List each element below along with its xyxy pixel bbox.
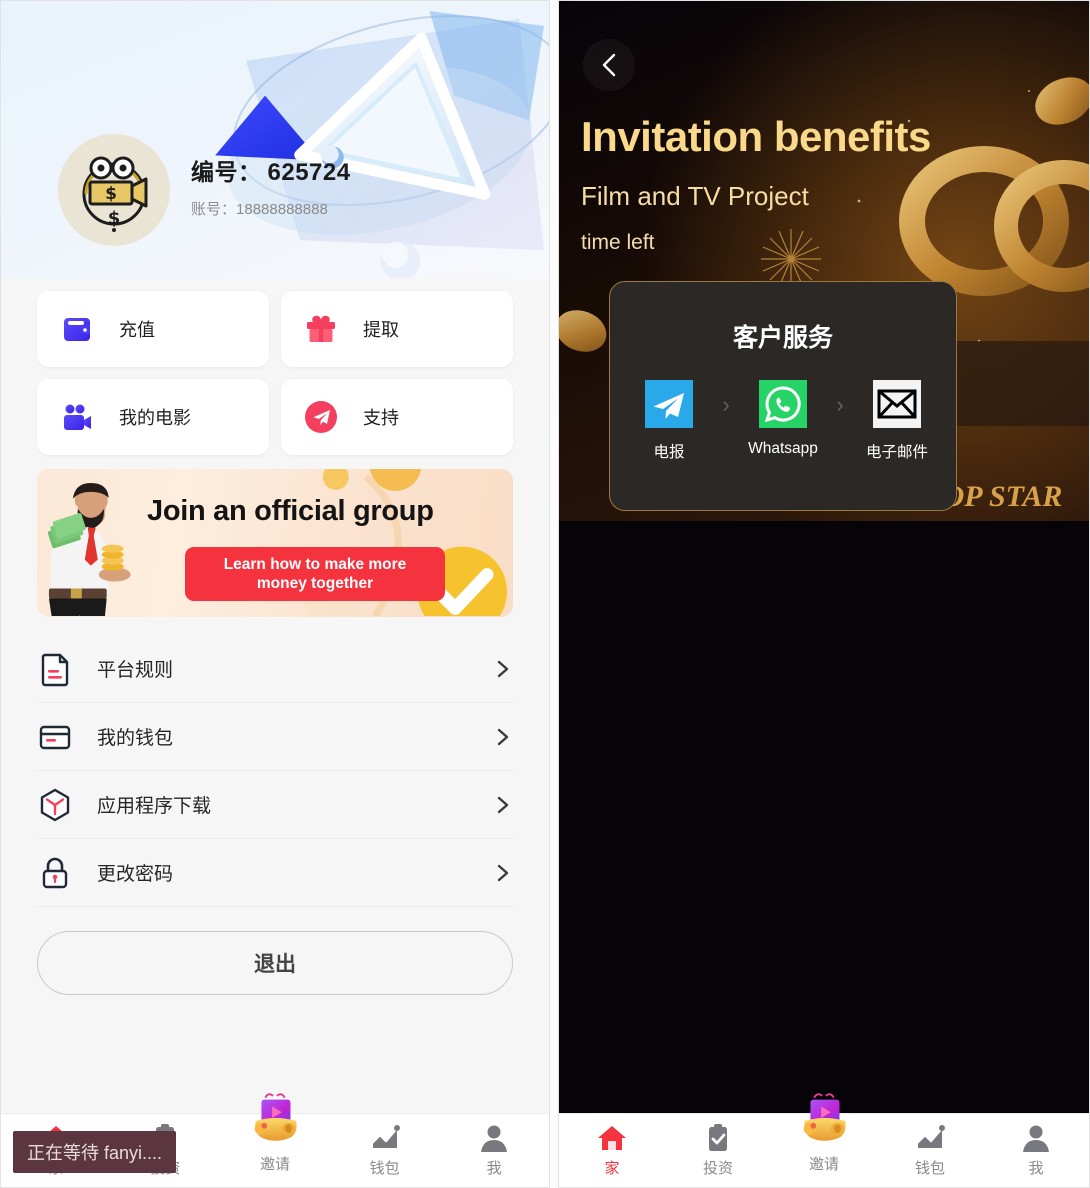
tab-home[interactable]: 家 (559, 1114, 665, 1178)
invitation-subtitle: Film and TV Project (581, 181, 809, 211)
tab-label: 钱包 (914, 1160, 945, 1177)
official-group-banner[interactable]: Join an official group Learn how to make… (37, 469, 513, 617)
menu-item-app-download[interactable]: 应用程序下载 (37, 771, 513, 839)
quick-action-support[interactable]: 支持 (281, 379, 513, 455)
profile-hero: $ $ 编号： 625724 账号：18888888888 (1, 1, 549, 279)
tab-profile[interactable]: 我 (983, 1114, 1089, 1178)
account-value: 18888888888 (236, 201, 328, 218)
clipboard-check-icon (709, 1124, 727, 1151)
back-button[interactable] (583, 39, 635, 91)
menu-item-label: 平台规则 (97, 660, 174, 681)
wallet-icon (64, 318, 90, 341)
gift-box-3d-icon (803, 1093, 846, 1141)
chevron-right-icon (497, 796, 509, 813)
left-phone-panel: $ $ 编号： 625724 账号：18888888888 充值 提取 我的电影… (0, 0, 550, 1188)
tab-label: 钱包 (369, 1160, 400, 1177)
chevron-left-icon (602, 53, 616, 77)
chevron-right-icon (497, 728, 509, 745)
tab-label: 投资 (702, 1160, 733, 1177)
tab-label: 邀请 (808, 1156, 839, 1173)
translation-status-tooltip: 正在等待 fanyi.... (13, 1131, 177, 1173)
quick-action-withdraw[interactable]: 提取 (281, 291, 513, 367)
account-label: 账号： (191, 201, 237, 218)
svg-text:$: $ (108, 208, 121, 229)
tab-invite[interactable]: 邀请 (771, 1093, 877, 1174)
telegram-icon (305, 401, 337, 433)
video-camera-icon (64, 404, 91, 430)
banner-cta-button[interactable]: Learn how to make more money together (185, 547, 445, 601)
quick-action-label: 充值 (119, 320, 155, 340)
menu-item-change-password[interactable]: 更改密码 (37, 839, 513, 907)
menu-item-label: 更改密码 (97, 864, 174, 885)
gift-box-3d-icon (254, 1093, 297, 1141)
cube-icon (40, 788, 70, 821)
cs-option-whatsapp[interactable]: Whatsapp (737, 380, 829, 458)
whatsapp-icon (759, 380, 807, 428)
menu-item-label: 我的钱包 (97, 728, 174, 749)
right-phone-panel: n haftanin top starlari ve top N TOP STA… (558, 0, 1090, 1188)
chevron-right-icon (497, 864, 509, 881)
screenshot-stage: $ $ 编号： 625724 账号：18888888888 充值 提取 我的电影… (0, 0, 1090, 1188)
quick-actions-grid: 充值 提取 我的电影 支持 (1, 279, 549, 455)
menu-item-my-wallet[interactable]: 我的钱包 (37, 703, 513, 771)
home-icon (598, 1126, 626, 1150)
invitation-title: Invitation benefits (581, 113, 931, 160)
card-icon (39, 725, 71, 749)
chart-icon (915, 1125, 945, 1148)
email-icon (873, 380, 921, 428)
settings-list: 平台规则 我的钱包 应用程序下载 更改密码 (37, 635, 513, 907)
banner-title: Join an official group (147, 495, 434, 527)
tab-invest[interactable]: 投资 (665, 1114, 771, 1178)
document-icon (41, 653, 69, 686)
chevron-right-icon (497, 660, 509, 677)
tab-invite[interactable]: 邀请 (220, 1093, 330, 1174)
tab-label: 我 (1028, 1160, 1044, 1177)
telegram-icon (645, 380, 693, 428)
user-id-label: 编号： (191, 159, 262, 185)
account-number: 账号：18888888888 (191, 198, 328, 219)
person-icon (481, 1125, 508, 1152)
gift-icon (307, 315, 335, 342)
person-icon (1023, 1125, 1049, 1152)
quick-action-my-movies[interactable]: 我的电影 (37, 379, 269, 455)
quick-action-label: 支持 (363, 408, 399, 428)
cs-option-label: Whatsapp (748, 440, 818, 457)
lock-icon (42, 857, 68, 888)
film-money-logo-icon: $ $ (68, 144, 160, 236)
cs-separator: › (722, 392, 730, 417)
quick-action-label: 提取 (363, 320, 399, 340)
tab-profile[interactable]: 我 (439, 1114, 549, 1178)
user-id-value: 625724 (267, 159, 351, 186)
logout-button[interactable]: 退出 (37, 931, 513, 995)
quick-action-label: 我的电影 (119, 408, 191, 428)
menu-item-label: 应用程序下载 (97, 796, 212, 817)
invitation-time-left: time left (581, 231, 655, 254)
svg-text:$: $ (105, 184, 117, 204)
cs-separator: › (836, 392, 844, 417)
cs-option-telegram[interactable]: 电报 (623, 380, 715, 462)
tab-label: 家 (604, 1160, 620, 1177)
customer-service-modal: 客户服务 电报 › Whatsapp › 电子邮件 (609, 281, 957, 511)
chart-icon (370, 1125, 400, 1148)
tab-wallet[interactable]: 钱包 (330, 1114, 440, 1178)
banner-cta-line2: money together (256, 575, 374, 592)
tab-label: 邀请 (259, 1156, 290, 1173)
bottom-tabbar-right: 家 投资 邀请 钱包 我 (559, 1093, 1089, 1187)
menu-item-platform-rules[interactable]: 平台规则 (37, 635, 513, 703)
cs-option-label: 电子邮件 (865, 444, 928, 461)
banner-cta-line1: Learn how to make more (223, 555, 407, 573)
customer-service-options: 电报 › Whatsapp › 电子邮件 (623, 380, 943, 462)
cs-option-label: 电报 (653, 444, 685, 461)
modal-title: 客户服务 (732, 324, 833, 352)
user-id: 编号： 625724 (191, 153, 351, 187)
cs-option-email[interactable]: 电子邮件 (851, 380, 943, 462)
tab-wallet[interactable]: 钱包 (877, 1114, 983, 1178)
avatar: $ $ (58, 134, 170, 246)
tab-label: 我 (486, 1160, 502, 1177)
quick-action-recharge[interactable]: 充值 (37, 291, 269, 367)
